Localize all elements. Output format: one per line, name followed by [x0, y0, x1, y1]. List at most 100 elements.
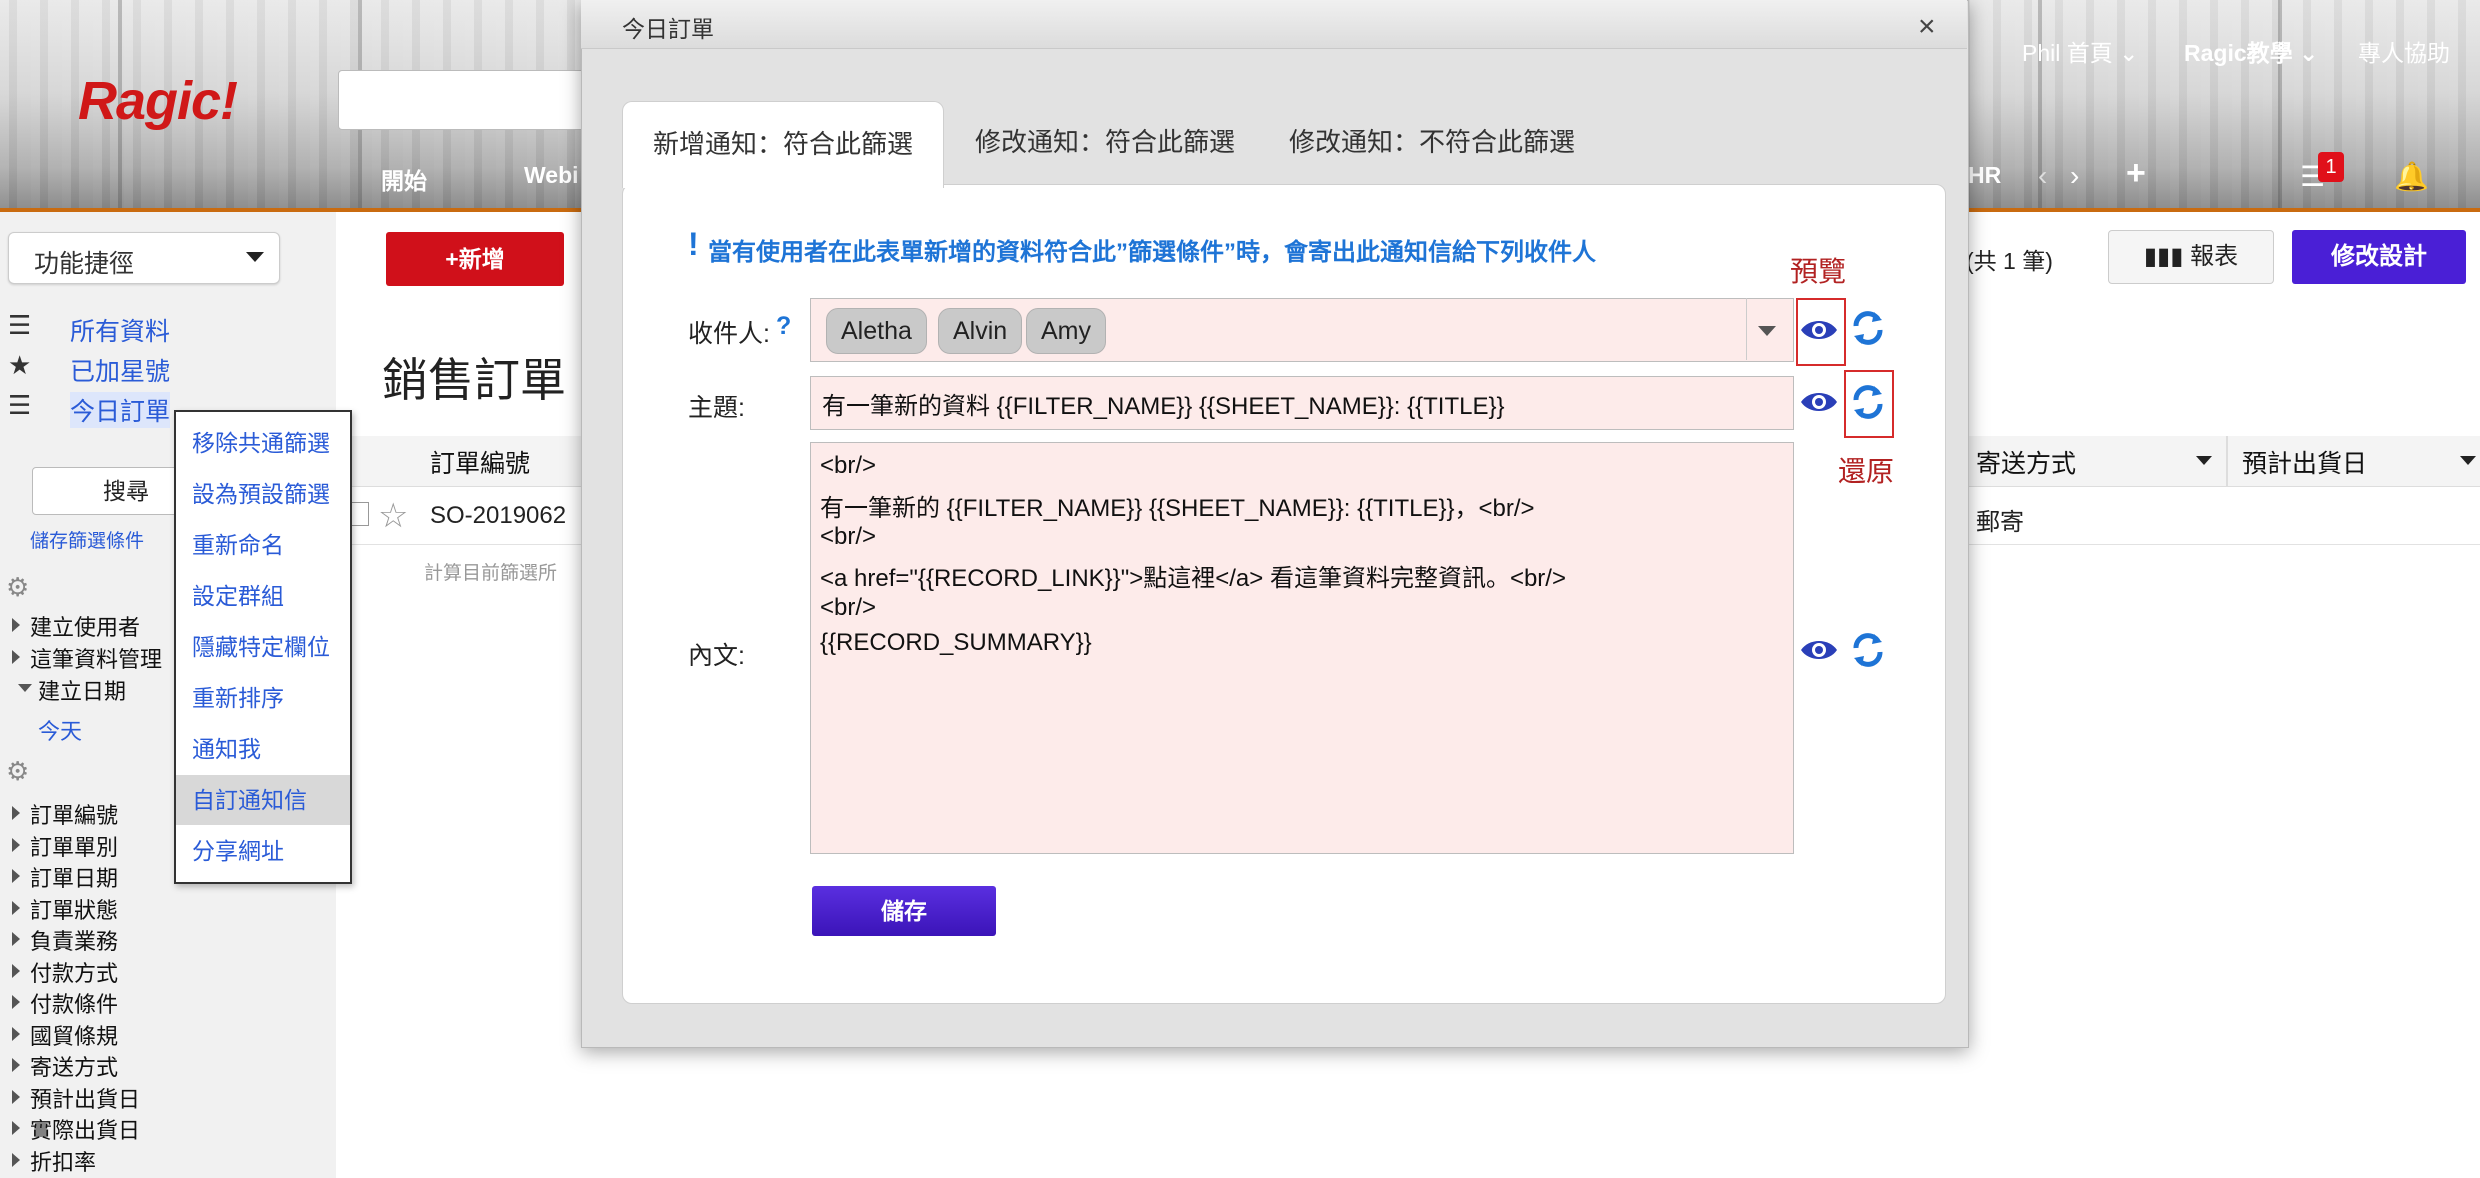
filter-label: 建立使用者 [30, 615, 141, 640]
field-filter[interactable]: 訂單狀態 [12, 893, 119, 925]
star-filter-icon: ★ [8, 350, 32, 380]
nav-tab-hr[interactable]: HR [1968, 162, 2001, 189]
field-filter-label: 付款方式 [30, 961, 119, 986]
recipient-chip[interactable]: Alvin [938, 308, 1023, 354]
refresh-icon[interactable] [1848, 308, 1888, 348]
field-filter[interactable]: 訂單單別 [12, 830, 119, 862]
star-icon[interactable]: ☆ [378, 496, 408, 536]
help-icon[interactable]: ? [776, 312, 791, 341]
field-filter[interactable]: 預計出貨日 [12, 1082, 141, 1114]
menu-item-rename[interactable]: 重新命名 [176, 520, 350, 570]
view-all-records[interactable]: 所有資料 [70, 312, 170, 348]
exclamation-icon: ! [688, 226, 699, 262]
help-link[interactable]: 專人協助 [2358, 34, 2450, 68]
tutorial-menu[interactable]: Ragic教學 ⌄ [2184, 34, 2318, 68]
recipient-chip[interactable]: Aletha [826, 308, 927, 354]
column-header-order-id[interactable]: 訂單編號 [430, 444, 530, 480]
gear-icon[interactable]: ⚙ [6, 756, 29, 787]
refresh-icon[interactable] [1848, 630, 1888, 670]
field-filter-label: 實際出貨日 [30, 1118, 141, 1143]
notification-badge: 1 [2318, 152, 2344, 182]
field-filter[interactable]: 訂單編號 [12, 798, 118, 830]
column-divider [2226, 436, 2228, 486]
calc-filter-note[interactable]: 計算目前篩選所 [424, 558, 557, 585]
field-filter-label: 訂單狀態 [30, 898, 119, 923]
menu-item-share-url[interactable]: 分享網址 [176, 826, 350, 876]
nav-tab-start[interactable]: 開始 [381, 162, 427, 196]
filter-record-manager[interactable]: 這筆資料管理 [12, 642, 163, 674]
menu-item-custom-notification[interactable]: 自訂通知信 [176, 775, 350, 825]
notice-text: 當有使用者在此表單新增的資料符合此”篩選條件”時，會寄出此通知信給下列收件人 [708, 239, 1596, 266]
field-filter[interactable]: 訂單日期 [12, 861, 119, 893]
gear-icon[interactable]: ⚙ [6, 572, 29, 603]
field-filter[interactable]: 付款條件 [12, 987, 119, 1019]
save-button[interactable]: 儲存 [812, 886, 996, 936]
field-filter[interactable]: 實際出貨日 [12, 1113, 141, 1145]
subject-label: 主題: [688, 394, 745, 422]
menu-item-remove-shared-filter[interactable]: 移除共通篩選 [176, 418, 350, 468]
recipient-chip[interactable]: Amy [1026, 308, 1106, 354]
view-today-orders[interactable]: 今日訂單 [70, 392, 171, 428]
view-starred[interactable]: 已加星號 [70, 352, 170, 388]
global-search-input[interactable] [338, 70, 600, 130]
menu-item-reorder[interactable]: 重新排序 [176, 673, 350, 723]
app-logo[interactable]: Ragic! [78, 70, 238, 132]
body-line: <a href="{{RECORD_LINK}}">點這裡</a> 看這筆資料完… [820, 565, 1566, 592]
nav-tab-webi[interactable]: Webi [524, 162, 579, 189]
field-filter[interactable]: 寄送方式 [12, 1050, 119, 1082]
menu-item-notify-me[interactable]: 通知我 [176, 724, 350, 774]
eye-icon[interactable] [1799, 636, 1839, 664]
report-button[interactable]: ▮▮▮ 報表 [2108, 230, 2274, 284]
nav-next-icon[interactable]: › [2070, 160, 2079, 192]
filter-created-by[interactable]: 建立使用者 [12, 610, 141, 642]
body-line: 有一筆新的 {{FILTER_NAME}} {{SHEET_NAME}}: {{… [820, 495, 1535, 522]
table-cell-shipping: 郵寄 [1976, 509, 2024, 536]
field-filter[interactable]: 折扣率 [12, 1145, 96, 1177]
field-filter-label: 預計出貨日 [30, 1087, 141, 1112]
filter-label: 這筆資料管理 [30, 647, 163, 672]
date-filter-today[interactable]: 今天 [38, 714, 82, 746]
preview-annotation: 預覽 [1790, 256, 1847, 287]
filter-created-date[interactable]: 建立日期 [18, 674, 126, 706]
chevron-down-icon: ⌄ [2299, 40, 2319, 66]
field-filter[interactable]: 付款方式 [12, 956, 119, 988]
tab-update-matching[interactable]: 修改通知：符合此篩選 [960, 100, 1250, 184]
eye-icon[interactable] [1799, 316, 1839, 344]
bell-icon[interactable]: 🔔 [2394, 160, 2429, 193]
tab-new-matching[interactable]: 新增通知：符合此篩選 [622, 101, 944, 188]
field-filter[interactable]: 負責業務 [12, 924, 119, 956]
home-menu[interactable]: Phil 首頁 ⌄ [2022, 34, 2138, 68]
menu-item-hide-fields[interactable]: 隱藏特定欄位 [176, 622, 350, 672]
view-context-menu: 移除共通篩選 設為預設篩選 重新命名 設定群組 隱藏特定欄位 重新排序 通知我 … [174, 410, 352, 884]
eye-icon[interactable] [1799, 388, 1839, 416]
field-filter-label: 訂單日期 [30, 866, 119, 891]
field-filter-label: 負責業務 [30, 929, 119, 954]
sort-caret-icon[interactable] [2460, 456, 2476, 465]
bar-chart-icon: ▮▮▮ [2143, 243, 2191, 270]
home-menu-label: Phil 首頁 [2022, 40, 2113, 66]
field-filter-label: 付款條件 [30, 992, 119, 1017]
add-tab-icon[interactable]: + [2126, 154, 2146, 193]
field-filter[interactable]: 國貿條規 [12, 1019, 119, 1051]
table-cell-order-id[interactable]: SO-2019062 [430, 502, 566, 530]
shortcut-dropdown-label: 功能捷徑 [34, 250, 135, 278]
field-filter-label: 訂單單別 [30, 835, 119, 860]
field-filter-label: 寄送方式 [30, 1055, 119, 1080]
field-filter-label: 國貿條規 [30, 1024, 119, 1049]
save-filter-link[interactable]: 儲存篩選條件 [30, 526, 144, 553]
close-icon[interactable]: × [1918, 10, 1936, 44]
modify-design-button[interactable]: 修改設計 [2292, 230, 2466, 284]
refresh-icon[interactable] [1848, 382, 1888, 422]
sort-caret-icon[interactable] [2196, 456, 2212, 465]
dialog-titlebar[interactable] [581, 0, 1967, 49]
add-record-button[interactable]: +新增 [386, 232, 564, 286]
menu-item-set-group[interactable]: 設定群組 [176, 571, 350, 621]
record-count: (共 1 筆) [1966, 248, 2053, 274]
nav-prev-icon[interactable]: ‹ [2038, 160, 2047, 192]
tab-update-not-matching[interactable]: 修改通知：不符合此篩選 [1272, 100, 1592, 184]
column-header-est-ship-date[interactable]: 預計出貨日 [2242, 444, 2367, 480]
menu-item-set-default-filter[interactable]: 設為預設篩選 [176, 469, 350, 519]
column-header-shipping[interactable]: 寄送方式 [1976, 444, 2076, 480]
filter-list-icon: ☰ [8, 390, 32, 420]
page-title: 銷售訂單 [382, 354, 566, 406]
